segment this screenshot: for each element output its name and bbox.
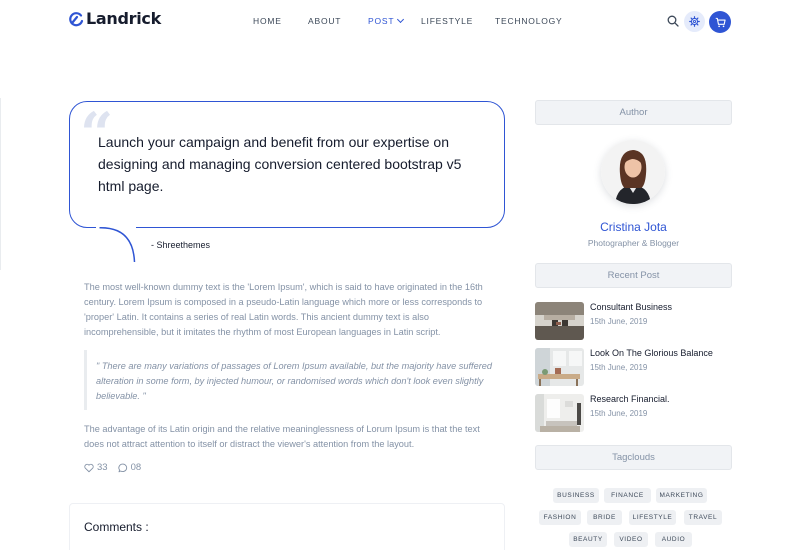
brand-name: Landrick (86, 9, 161, 28)
comments-title: Comments : (84, 520, 149, 534)
quote-text: Launch your campaign and benefit from ou… (98, 134, 462, 194)
tag-bride[interactable]: BRIDE (587, 510, 622, 525)
nav-item-home[interactable]: HOME (253, 16, 282, 26)
chevron-down-icon (397, 15, 405, 24)
gear-icon (689, 16, 700, 27)
cart-button[interactable] (709, 11, 731, 33)
recent-posts-heading: Recent Post (535, 263, 732, 288)
tag-travel[interactable]: TRAVEL (684, 510, 722, 525)
author-widget-heading: Author (535, 100, 732, 125)
recent-post-item[interactable]: Research Financial. 15th June, 2019 (535, 394, 732, 432)
site-header: Landrick HOME ABOUT POST LIFESTYLE TECHN… (0, 0, 800, 44)
post-title[interactable]: Research Financial. (590, 394, 670, 404)
left-divider (0, 98, 1, 270)
recent-post-item[interactable]: Consultant Business 15th June, 2019 (535, 302, 732, 340)
like-button[interactable]: 33 (84, 462, 108, 473)
nav-item-post-label: POST (368, 16, 395, 26)
quote-author: - Shreethemes (151, 240, 211, 250)
post-title[interactable]: Look On The Glorious Balance (590, 348, 713, 358)
blockquote: " There are many variations of passages … (84, 350, 494, 410)
tag-video[interactable]: VIDEO (614, 532, 648, 547)
comment-icon (118, 463, 127, 472)
tag-lifestyle[interactable]: LIFESTYLE (629, 510, 676, 525)
search-button[interactable] (664, 12, 682, 30)
logo-icon (69, 11, 84, 26)
cart-icon (715, 17, 726, 27)
tag-fashion[interactable]: FASHION (539, 510, 581, 525)
avatar[interactable] (601, 140, 665, 204)
post-date: 15th June, 2019 (590, 363, 648, 372)
post-thumbnail[interactable] (535, 394, 584, 432)
tag-marketing[interactable]: MARKETING (656, 488, 707, 503)
nav-item-lifestyle[interactable]: LIFESTYLE (421, 16, 473, 26)
article-paragraph: The most well-known dummy text is the 'L… (84, 282, 483, 337)
search-icon (667, 15, 679, 27)
tag-beauty[interactable]: BEAUTY (569, 532, 607, 547)
nav-item-technology[interactable]: TECHNOLOGY (495, 16, 563, 26)
post-thumbnail[interactable] (535, 302, 584, 340)
author-name[interactable]: Cristina Jota (535, 220, 732, 234)
post-title[interactable]: Consultant Business (590, 302, 672, 312)
tagclouds-heading: Tagclouds (535, 445, 732, 470)
recent-post-item[interactable]: Look On The Glorious Balance 15th June, … (535, 348, 732, 386)
nav-item-about[interactable]: ABOUT (308, 16, 341, 26)
comment-count: 08 (130, 462, 142, 473)
article-paragraph: The advantage of its Latin origin and th… (84, 424, 480, 449)
tag-business[interactable]: BUSINESS (553, 488, 599, 503)
quote-bubble-tail (96, 227, 136, 263)
nav-item-post[interactable]: POST (368, 15, 405, 26)
post-thumbnail[interactable] (535, 348, 584, 386)
settings-button[interactable] (684, 11, 705, 32)
post-date: 15th June, 2019 (590, 409, 648, 418)
comment-link[interactable]: 08 (118, 462, 142, 473)
post-date: 15th June, 2019 (590, 317, 648, 326)
like-count: 33 (97, 462, 108, 473)
brand-logo[interactable]: Landrick (68, 9, 161, 28)
tag-finance[interactable]: FINANCE (604, 488, 651, 503)
tag-audio[interactable]: AUDIO (655, 532, 692, 547)
author-photo (601, 140, 665, 204)
post-meta: 33 08 (84, 462, 151, 473)
heart-icon (84, 463, 94, 472)
author-role: Photographer & Blogger (587, 238, 680, 248)
